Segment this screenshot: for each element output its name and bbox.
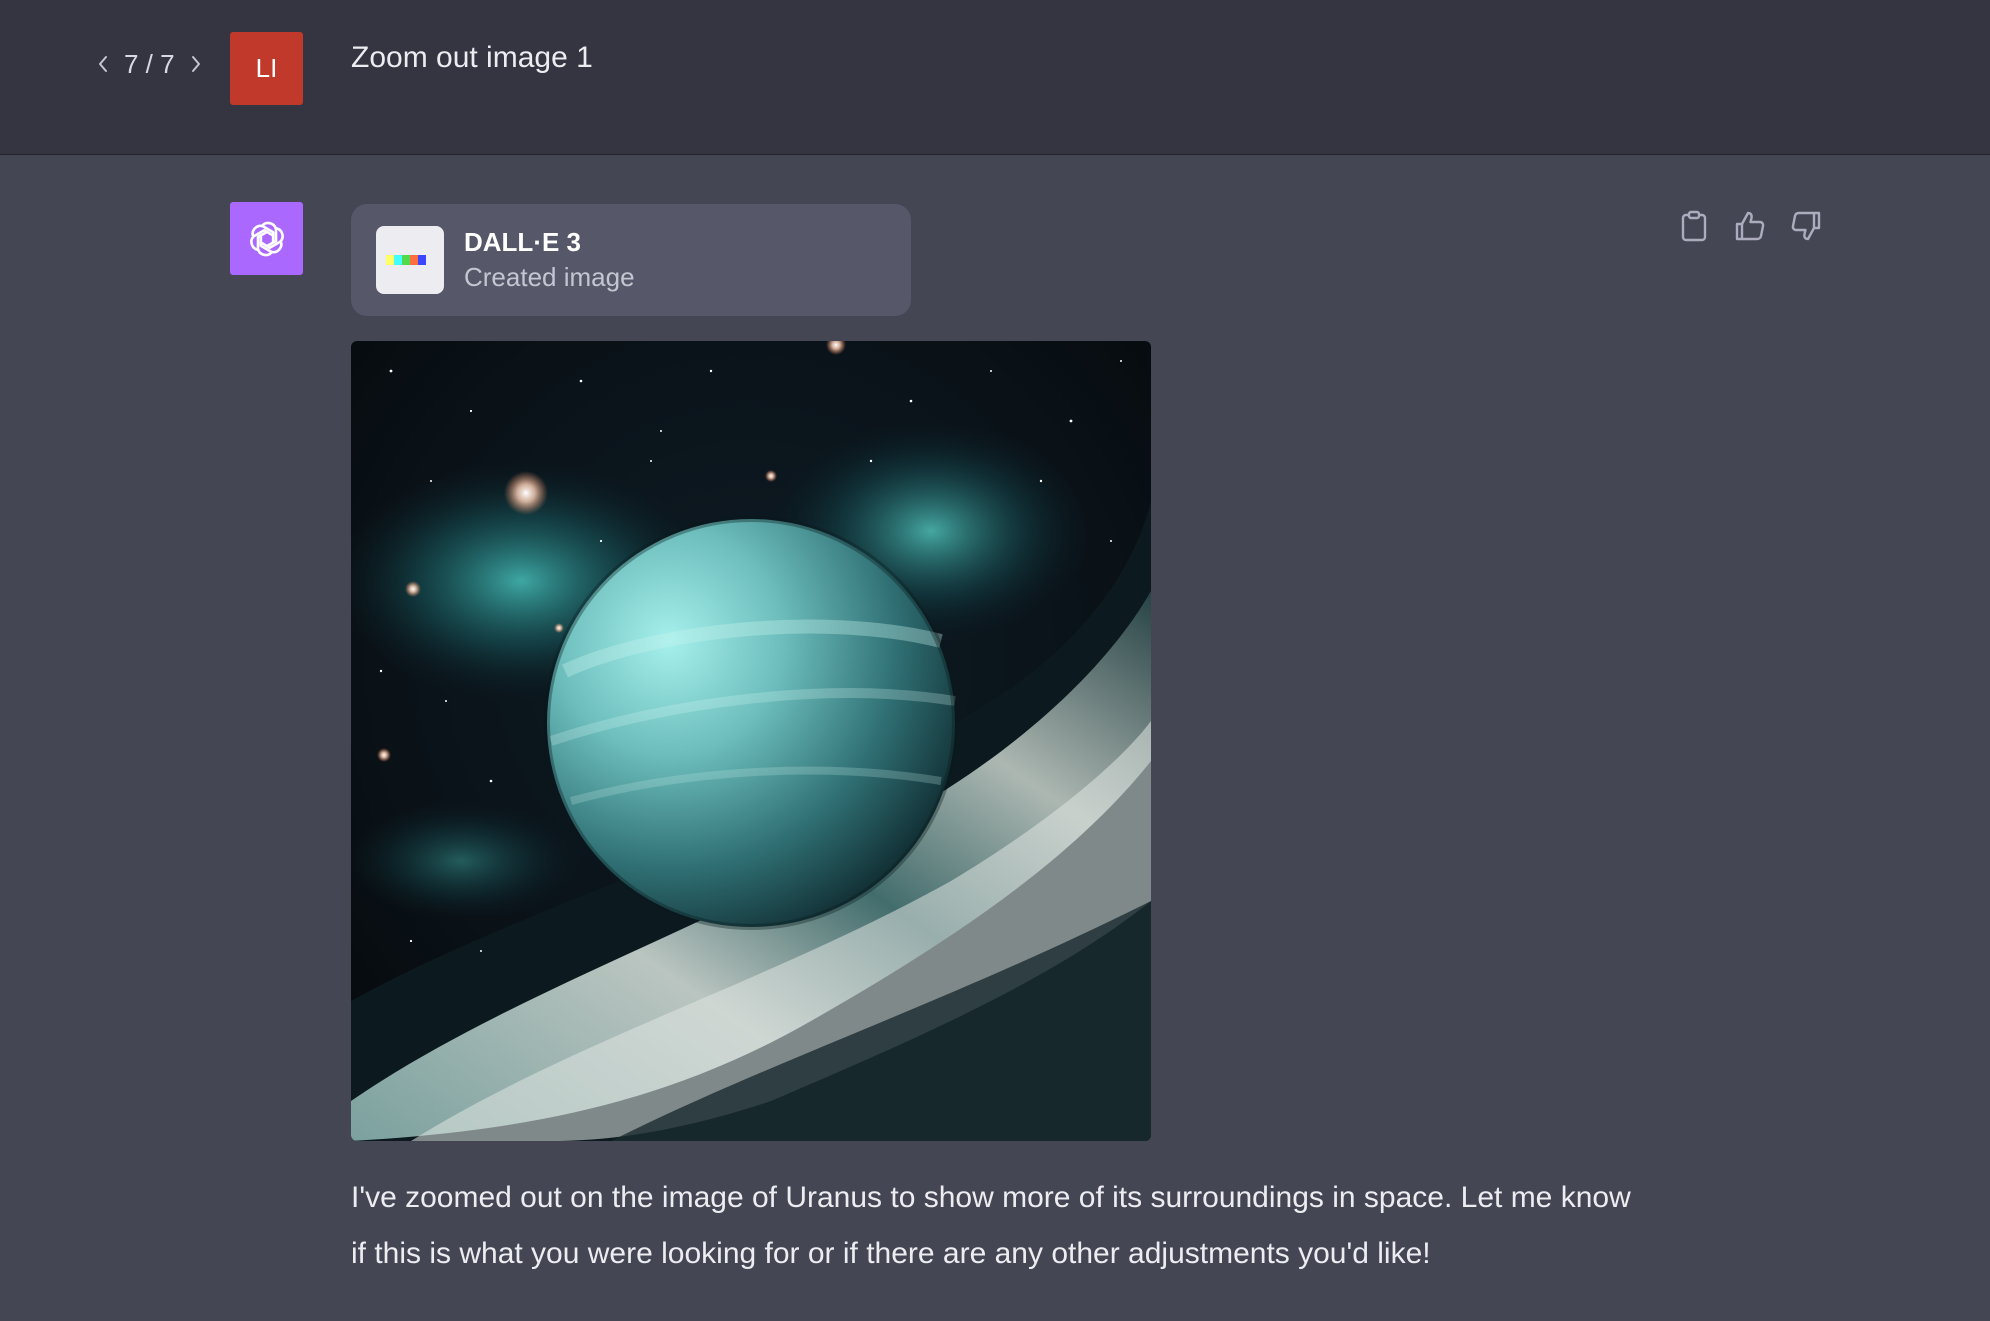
openai-logo-icon xyxy=(249,221,284,256)
message-actions xyxy=(1676,206,1824,246)
user-avatar-initials: LI xyxy=(255,53,278,83)
clipboard-icon[interactable] xyxy=(1676,206,1712,246)
thumbs-down-icon[interactable] xyxy=(1788,206,1824,246)
user-message-row: 7 / 7 LI Zoom out image 1 xyxy=(0,0,1990,155)
dalle-tool-card[interactable]: DALL·E 3 Created image xyxy=(351,204,911,316)
response-pager: 7 / 7 xyxy=(92,44,207,84)
generated-image[interactable] xyxy=(351,341,1151,1141)
tool-status: Created image xyxy=(464,262,635,292)
dalle-palette-icon xyxy=(376,226,444,294)
tool-name: DALL·E 3 xyxy=(464,227,581,257)
user-avatar: LI xyxy=(230,32,303,105)
assistant-avatar xyxy=(230,202,303,275)
pager-label: 7 / 7 xyxy=(124,48,175,79)
assistant-message-text: I've zoomed out on the image of Uranus t… xyxy=(351,1181,1631,1270)
thumbs-up-icon[interactable] xyxy=(1732,206,1768,246)
chevron-left-icon[interactable] xyxy=(92,44,114,84)
uranus-artwork xyxy=(351,341,1151,1141)
tool-card-text: DALL·E 3 Created image xyxy=(464,225,635,295)
chevron-right-icon[interactable] xyxy=(185,44,207,84)
user-message-text: Zoom out image 1 xyxy=(351,41,593,74)
